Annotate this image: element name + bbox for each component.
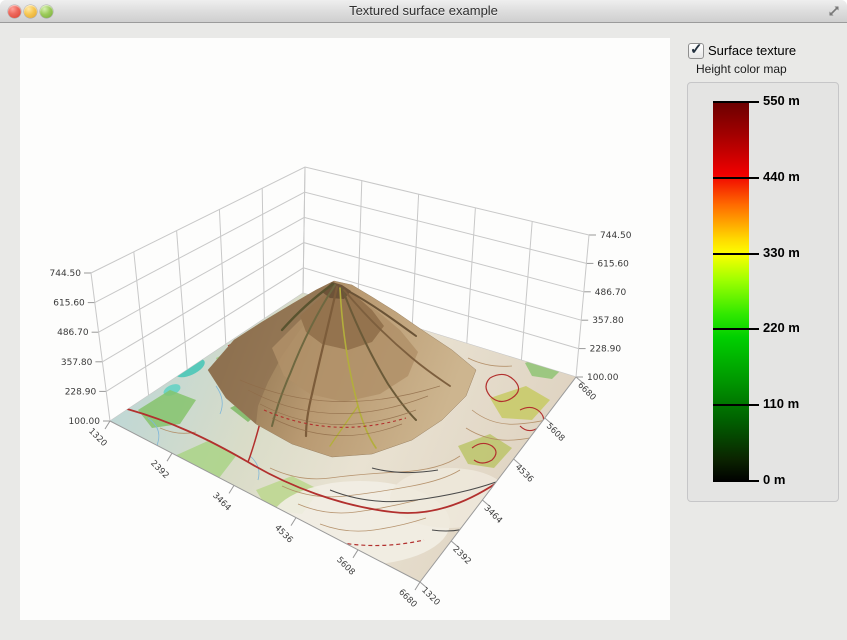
app-window: Textured surface example [0,0,847,640]
legend-tick-line [713,328,759,330]
legend-tick-line [713,177,759,179]
y-axis-label: 744.50 [600,231,632,241]
x-axis-label: 1320 [86,426,108,448]
y-axis-label: 100.00 [69,417,101,427]
z-axis-label: 3464 [482,503,504,525]
y-axis-label: 357.80 [592,316,624,326]
legend-tick-label: 0 m [763,472,785,487]
height-color-map-legend: 550 m 440 m 330 m 220 m 110 m 0 m [687,82,839,502]
legend-tick-line [713,404,759,406]
surface-plot-view[interactable]: 744.50 744.50 615.60 615.60 486.70 486.70 357.… [20,38,670,620]
surface-texture-label: Surface texture [708,43,796,58]
legend-tick-label: 440 m [763,169,800,184]
y-axis-label: 228.90 [590,345,622,355]
x-axis-label: 2392 [148,459,170,481]
fullscreen-icon[interactable] [826,3,842,19]
z-axis-label: 5608 [544,421,566,443]
x-axis-label: 5608 [334,555,356,577]
surface-texture-checkbox[interactable] [688,43,704,59]
window-title: Textured surface example [0,3,847,18]
legend-tick-label: 220 m [763,320,800,335]
z-axis-label: 4536 [513,462,535,484]
window-titlebar: Textured surface example [0,0,847,23]
legend-tick-line [713,253,759,255]
y-axis-label: 615.60 [53,299,85,309]
legend-tick-label: 550 m [763,93,800,108]
y-axis-label: 744.50 [50,269,82,279]
x-axis-label: 3464 [210,491,232,513]
x-axis-label: 6680 [396,587,418,609]
legend-tick-line [713,101,759,103]
z-axis-label: 1320 [419,585,441,607]
z-axis-label: 6680 [575,380,597,402]
y-axis-label: 228.90 [65,387,97,397]
y-axis-label: 615.60 [597,259,629,269]
legend-tick-label: 110 m [763,396,799,411]
legend-tick-label: 330 m [763,245,800,260]
y-axis-label: 100.00 [587,373,619,383]
y-axis-label: 486.70 [57,328,89,338]
height-color-map-label: Height color map [696,62,787,76]
x-axis-label: 4536 [272,523,294,545]
z-axis-label: 2392 [450,544,472,566]
legend-gradient-bar [713,102,749,482]
legend-tick-line [713,480,759,482]
y-axis-label: 486.70 [595,288,627,298]
y-axis-label: 357.80 [61,358,93,368]
